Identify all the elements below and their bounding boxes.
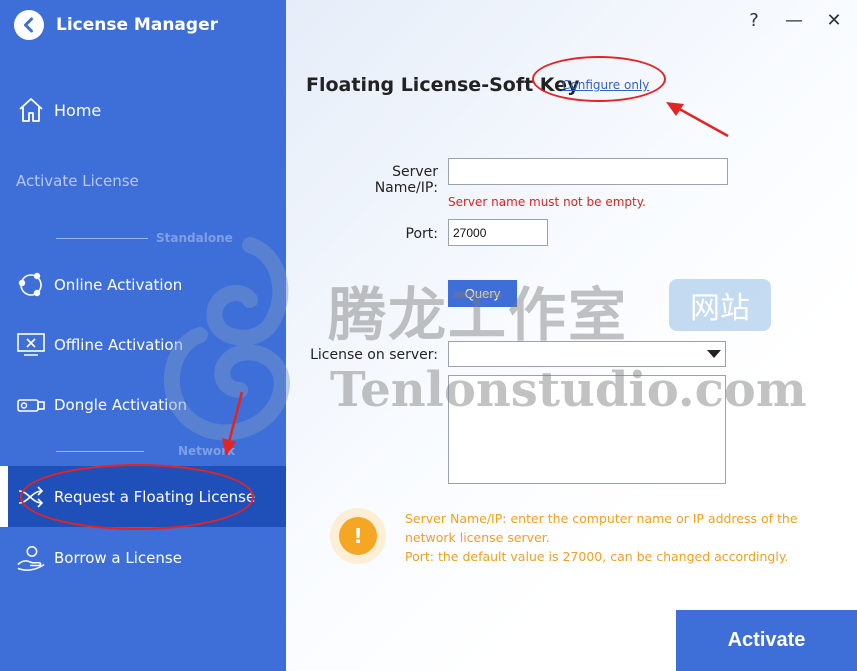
minimize-button[interactable]: —	[785, 10, 803, 31]
sidebar-item-label: Home	[54, 100, 102, 120]
monitor-icon	[16, 330, 46, 360]
sidebar-item-borrow-license[interactable]: Borrow a License	[0, 543, 286, 573]
info-text: Server Name/IP: enter the computer name …	[405, 509, 845, 566]
active-indicator	[0, 466, 8, 527]
close-button[interactable]: ✕	[825, 10, 843, 31]
annotation-circle-request	[20, 464, 254, 530]
server-input[interactable]	[448, 158, 728, 185]
watermark-en: Tenlonstudio.com	[330, 362, 807, 418]
back-arrow-icon	[24, 17, 33, 33]
app-header: License Manager	[14, 10, 218, 40]
sidebar-item-label: Borrow a License	[54, 549, 182, 567]
chevron-down-icon	[707, 350, 721, 358]
activate-button[interactable]: Activate	[676, 610, 857, 671]
app-title: License Manager	[56, 15, 218, 35]
annotation-arrow-configure	[666, 102, 729, 138]
back-button[interactable]	[14, 10, 44, 40]
server-label: Server Name/IP:	[374, 164, 438, 196]
port-label: Port:	[405, 226, 438, 242]
annotation-circle-configure	[532, 56, 666, 102]
hand-license-icon	[16, 543, 46, 573]
watermark-badge: 网站	[669, 279, 771, 331]
help-button[interactable]: ?	[745, 10, 763, 31]
warning-icon: !	[330, 508, 386, 564]
server-error-message: Server name must not be empty.	[448, 195, 646, 209]
section-activate-license: Activate License	[16, 172, 139, 190]
watermark-cn: 腾龙工作室	[328, 281, 629, 349]
home-icon	[16, 95, 46, 125]
usb-dongle-icon	[16, 390, 46, 420]
window-controls: ? — ✕	[745, 10, 843, 31]
port-input[interactable]	[448, 219, 548, 246]
sidebar-item-home[interactable]: Home	[0, 95, 286, 125]
info-line: Server Name/IP: enter the computer name …	[405, 511, 798, 545]
share-nodes-icon	[16, 270, 46, 300]
info-line: Port: the default value is 27000, can be…	[405, 549, 789, 564]
annotation-arrow-request	[222, 391, 244, 456]
